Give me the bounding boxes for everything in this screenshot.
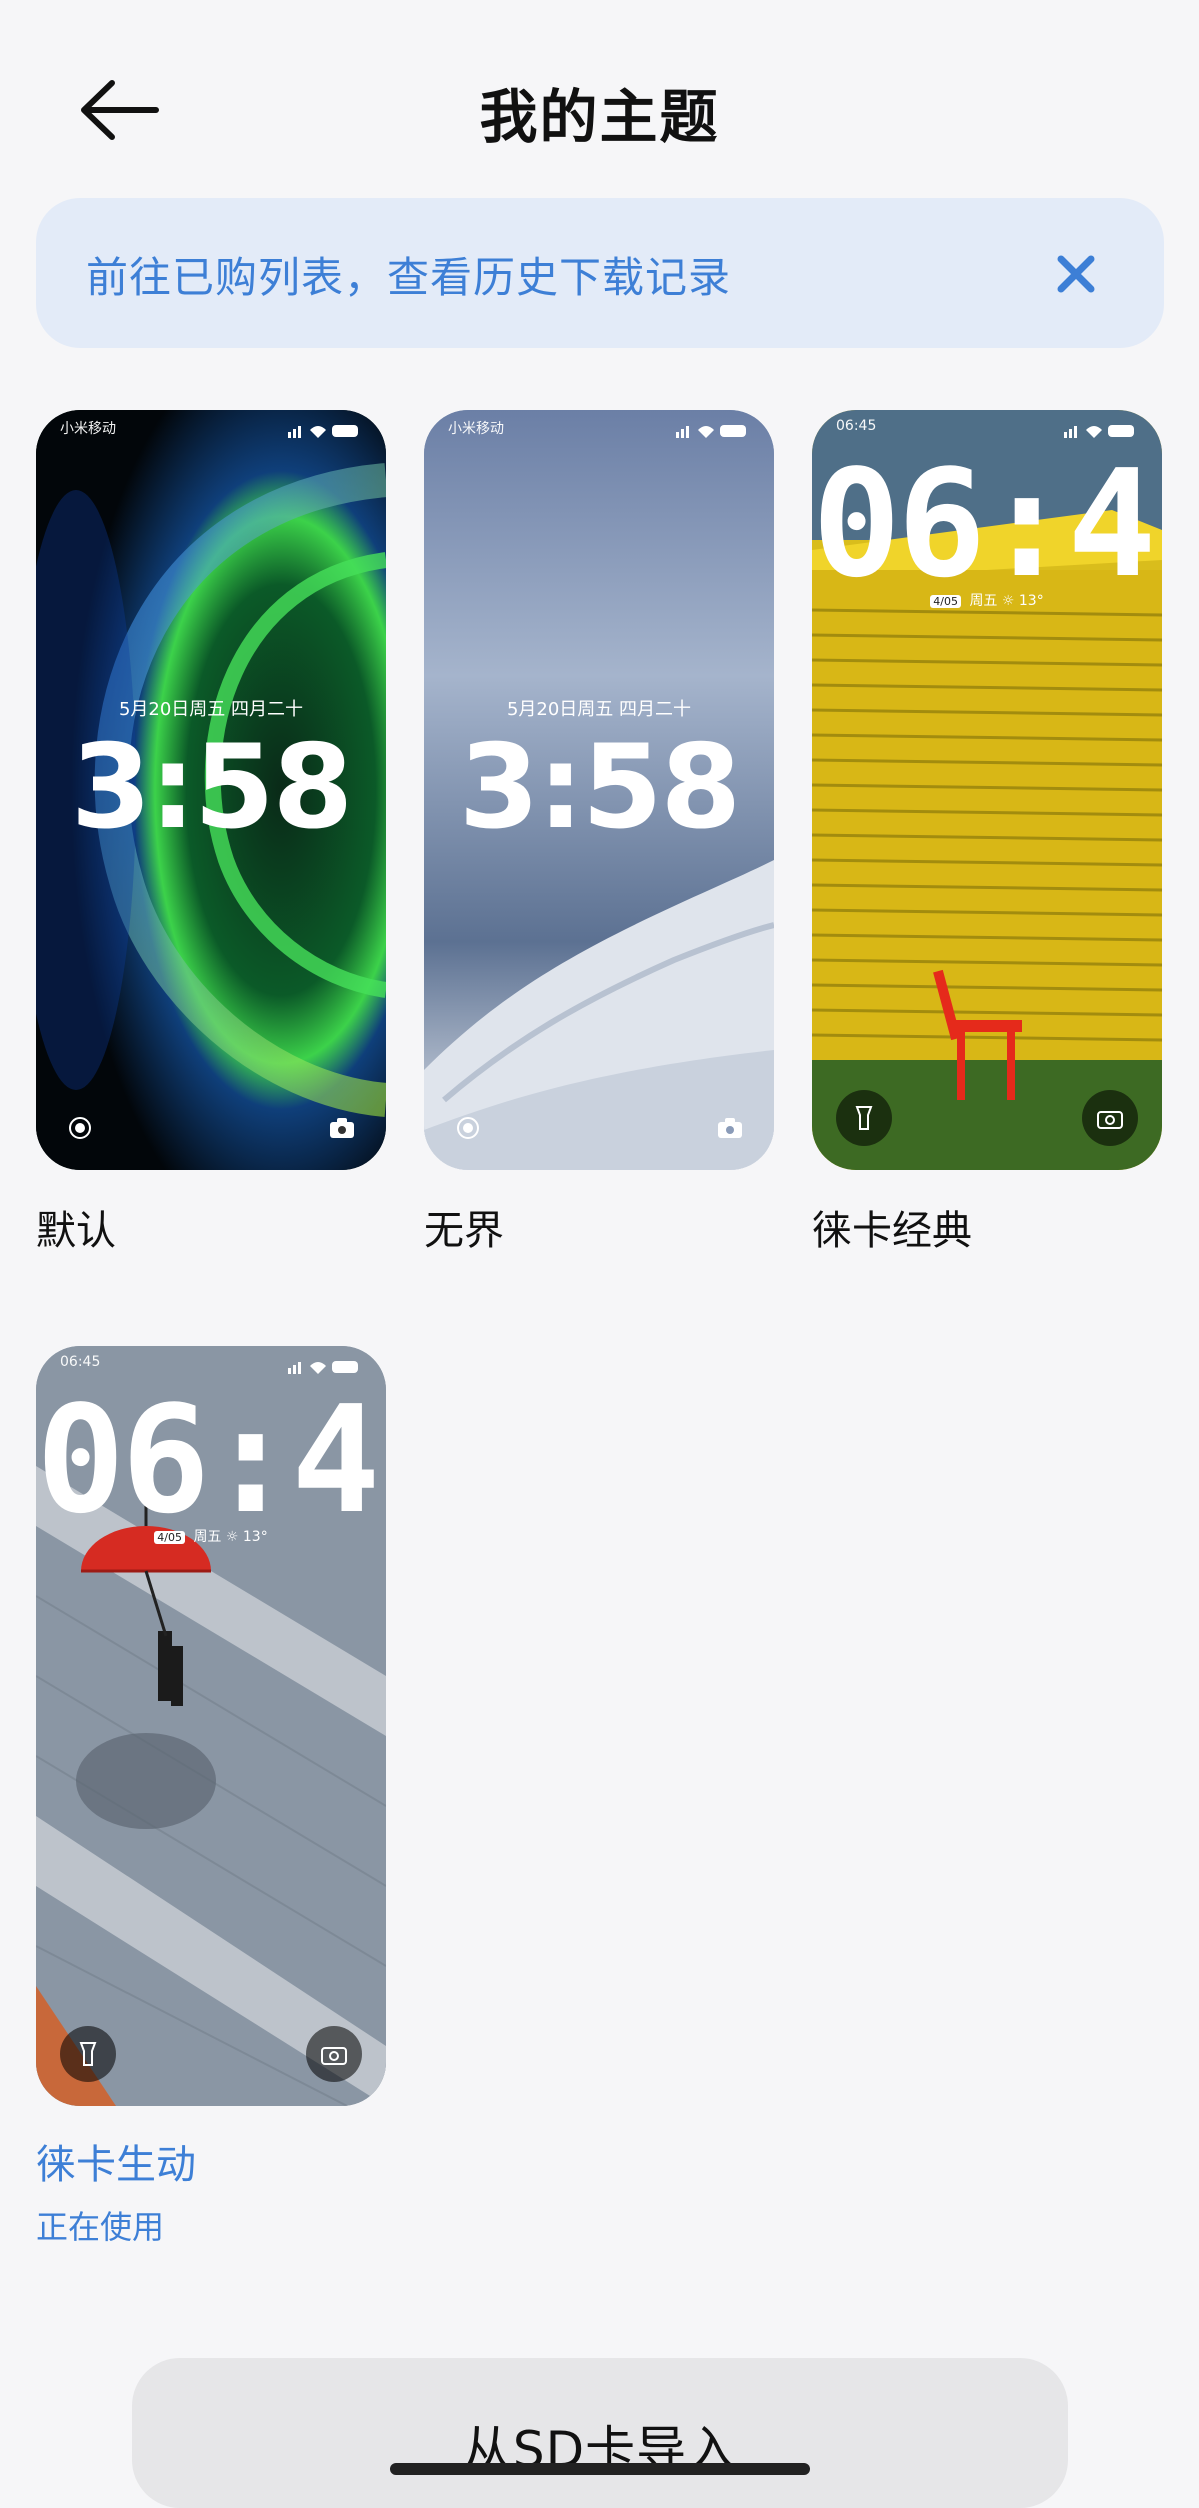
weekday-text: 周五 [969, 593, 998, 609]
import-from-sd-button[interactable]: 从SD卡导入 [132, 2358, 1068, 2508]
in-use-status: 正在使用 [36, 2208, 165, 2246]
weekday-text: 周五 [193, 1529, 222, 1545]
banner-text[interactable]: 前往已购列表，查看历史下载记录 [86, 244, 731, 305]
theme-card-leica-classic[interactable]: 06:45 06:45 4/05 周五 ☼ 13° [812, 410, 1162, 1170]
theme-label-leica-vivid[interactable]: 徕卡生动 [36, 2132, 196, 2190]
status-time-text: 06:45 [836, 418, 877, 434]
preview-date: 5月20日周五 四月二十 [506, 699, 692, 720]
home-indicator[interactable] [390, 2463, 810, 2475]
status-time-text: 06:45 [60, 1354, 101, 1370]
record-icon [60, 1108, 100, 1148]
preview-date-weather: 4/05 周五 ☼ 13° [812, 590, 1162, 610]
preview-time: 06:45 [36, 1374, 386, 1546]
camera-icon [1082, 1090, 1138, 1146]
purchased-list-banner[interactable]: 前往已购列表，查看历史下载记录 [36, 198, 1164, 348]
theme-label-wujie[interactable]: 无界 [424, 1198, 504, 1256]
preview-time: 06:45 [812, 438, 1162, 610]
signal-wifi-battery-icon [288, 425, 358, 438]
status-bar: 小米移动 [60, 418, 362, 446]
camera-icon [306, 2026, 362, 2082]
header: 我的主题 [0, 0, 1199, 200]
theme-label-leica-classic[interactable]: 徕卡经典 [812, 1198, 972, 1256]
date-pill: 4/05 [154, 1531, 185, 1544]
weather-text: ☼ 13° [225, 1529, 268, 1545]
preview-date: 5月20日周五 四月二十 [118, 699, 304, 720]
flashlight-icon [836, 1090, 892, 1146]
carrier-text: 小米移动 [60, 421, 116, 437]
signal-wifi-battery-icon [676, 425, 746, 438]
theme-card-default[interactable]: 小米移动 5月20日周五 四月二十 3:58 [36, 410, 386, 1170]
carrier-text: 小米移动 [448, 421, 504, 437]
preview-time: 3:58 [70, 720, 354, 855]
banner-close-button[interactable] [1048, 246, 1104, 302]
camera-icon [322, 1108, 362, 1148]
page-title: 我的主题 [479, 83, 720, 151]
theme-card-leica-vivid[interactable]: 06:45 06:45 4/05 周五 ☼ 13° [36, 1346, 386, 2106]
camera-icon [710, 1108, 750, 1148]
preview-date-weather: 4/05 周五 ☼ 13° [36, 1526, 386, 1546]
theme-label-default[interactable]: 默认 [36, 1198, 116, 1256]
theme-card-wujie[interactable]: 小米移动 5月20日周五 四月二十 3:58 [424, 410, 774, 1170]
close-icon [1057, 255, 1095, 293]
flashlight-icon [60, 2026, 116, 2082]
record-icon [448, 1108, 488, 1148]
weather-text: ☼ 13° [1001, 593, 1044, 609]
preview-time: 3:58 [458, 720, 742, 855]
date-pill: 4/05 [930, 595, 961, 608]
status-bar: 小米移动 [448, 418, 750, 446]
